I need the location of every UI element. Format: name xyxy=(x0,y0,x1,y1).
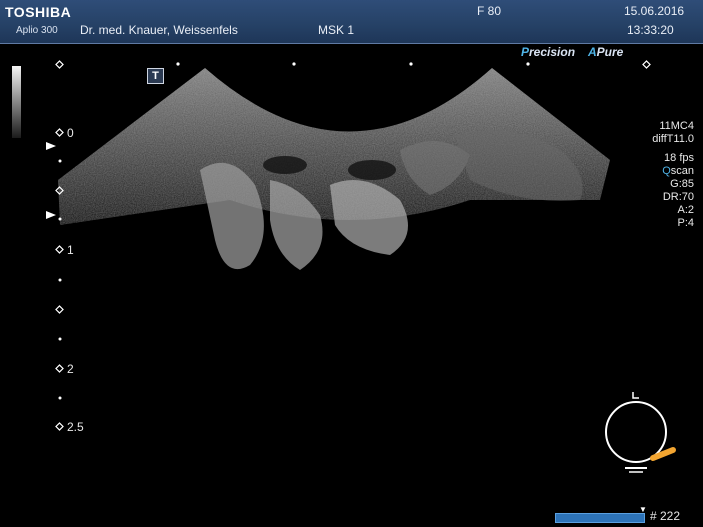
p-value: P:4 xyxy=(677,217,694,229)
gain-value: G:85 xyxy=(670,178,694,190)
depth-label-2-5: 2.5 xyxy=(67,420,84,434)
exam-date: 15.06.2016 xyxy=(624,4,685,18)
cine-marker-icon: ▼ xyxy=(639,505,647,514)
ultrasound-image xyxy=(46,60,651,431)
focus-marker-1 xyxy=(46,142,56,150)
header-bar: TOSHIBA Aplio 300 Dr. med. Knauer, Weiss… xyxy=(0,0,703,43)
hypoechoic-area xyxy=(263,156,307,174)
fps-value: 18 fps xyxy=(664,152,694,164)
exam-time: 13:33:20 xyxy=(627,23,674,37)
cine-progress-bar[interactable] xyxy=(555,513,645,523)
depth-label-2: 2 xyxy=(67,362,74,376)
probe-name: 11MC4 xyxy=(659,120,694,132)
institution-name: Dr. med. Knauer, Weissenfels xyxy=(80,23,238,37)
top-dot-row xyxy=(55,60,651,69)
probe-orientation-icon xyxy=(605,392,676,473)
frame-count: # 222 xyxy=(650,509,681,523)
depth-label-0: 0 xyxy=(67,126,74,140)
a-value: A:2 xyxy=(677,204,694,216)
imaging-mode: diffT11.0 xyxy=(652,133,694,145)
scan-parameters: 11MC4 diffT11.0 18 fps Qscan G:85 DR:70 … xyxy=(648,120,694,230)
t-icon[interactable]: T xyxy=(147,68,164,84)
focus-marker-2 xyxy=(46,211,56,219)
grayscale-bar xyxy=(12,66,21,138)
frame-rate: F 80 xyxy=(477,4,502,18)
brand-logo: TOSHIBA xyxy=(5,4,72,20)
depth-label-1: 1 xyxy=(67,243,74,257)
qscan-label: Qscan xyxy=(662,165,694,177)
exam-preset: MSK 1 xyxy=(318,23,355,37)
precision-badge: Precision xyxy=(521,45,576,59)
dynamic-range-value: DR:70 xyxy=(662,191,694,203)
apure-badge: APure xyxy=(588,45,624,59)
depth-markers xyxy=(55,128,64,431)
device-model: Aplio 300 xyxy=(16,25,58,36)
probe-marker xyxy=(650,447,676,461)
hypoechoic-area-2 xyxy=(348,160,396,180)
